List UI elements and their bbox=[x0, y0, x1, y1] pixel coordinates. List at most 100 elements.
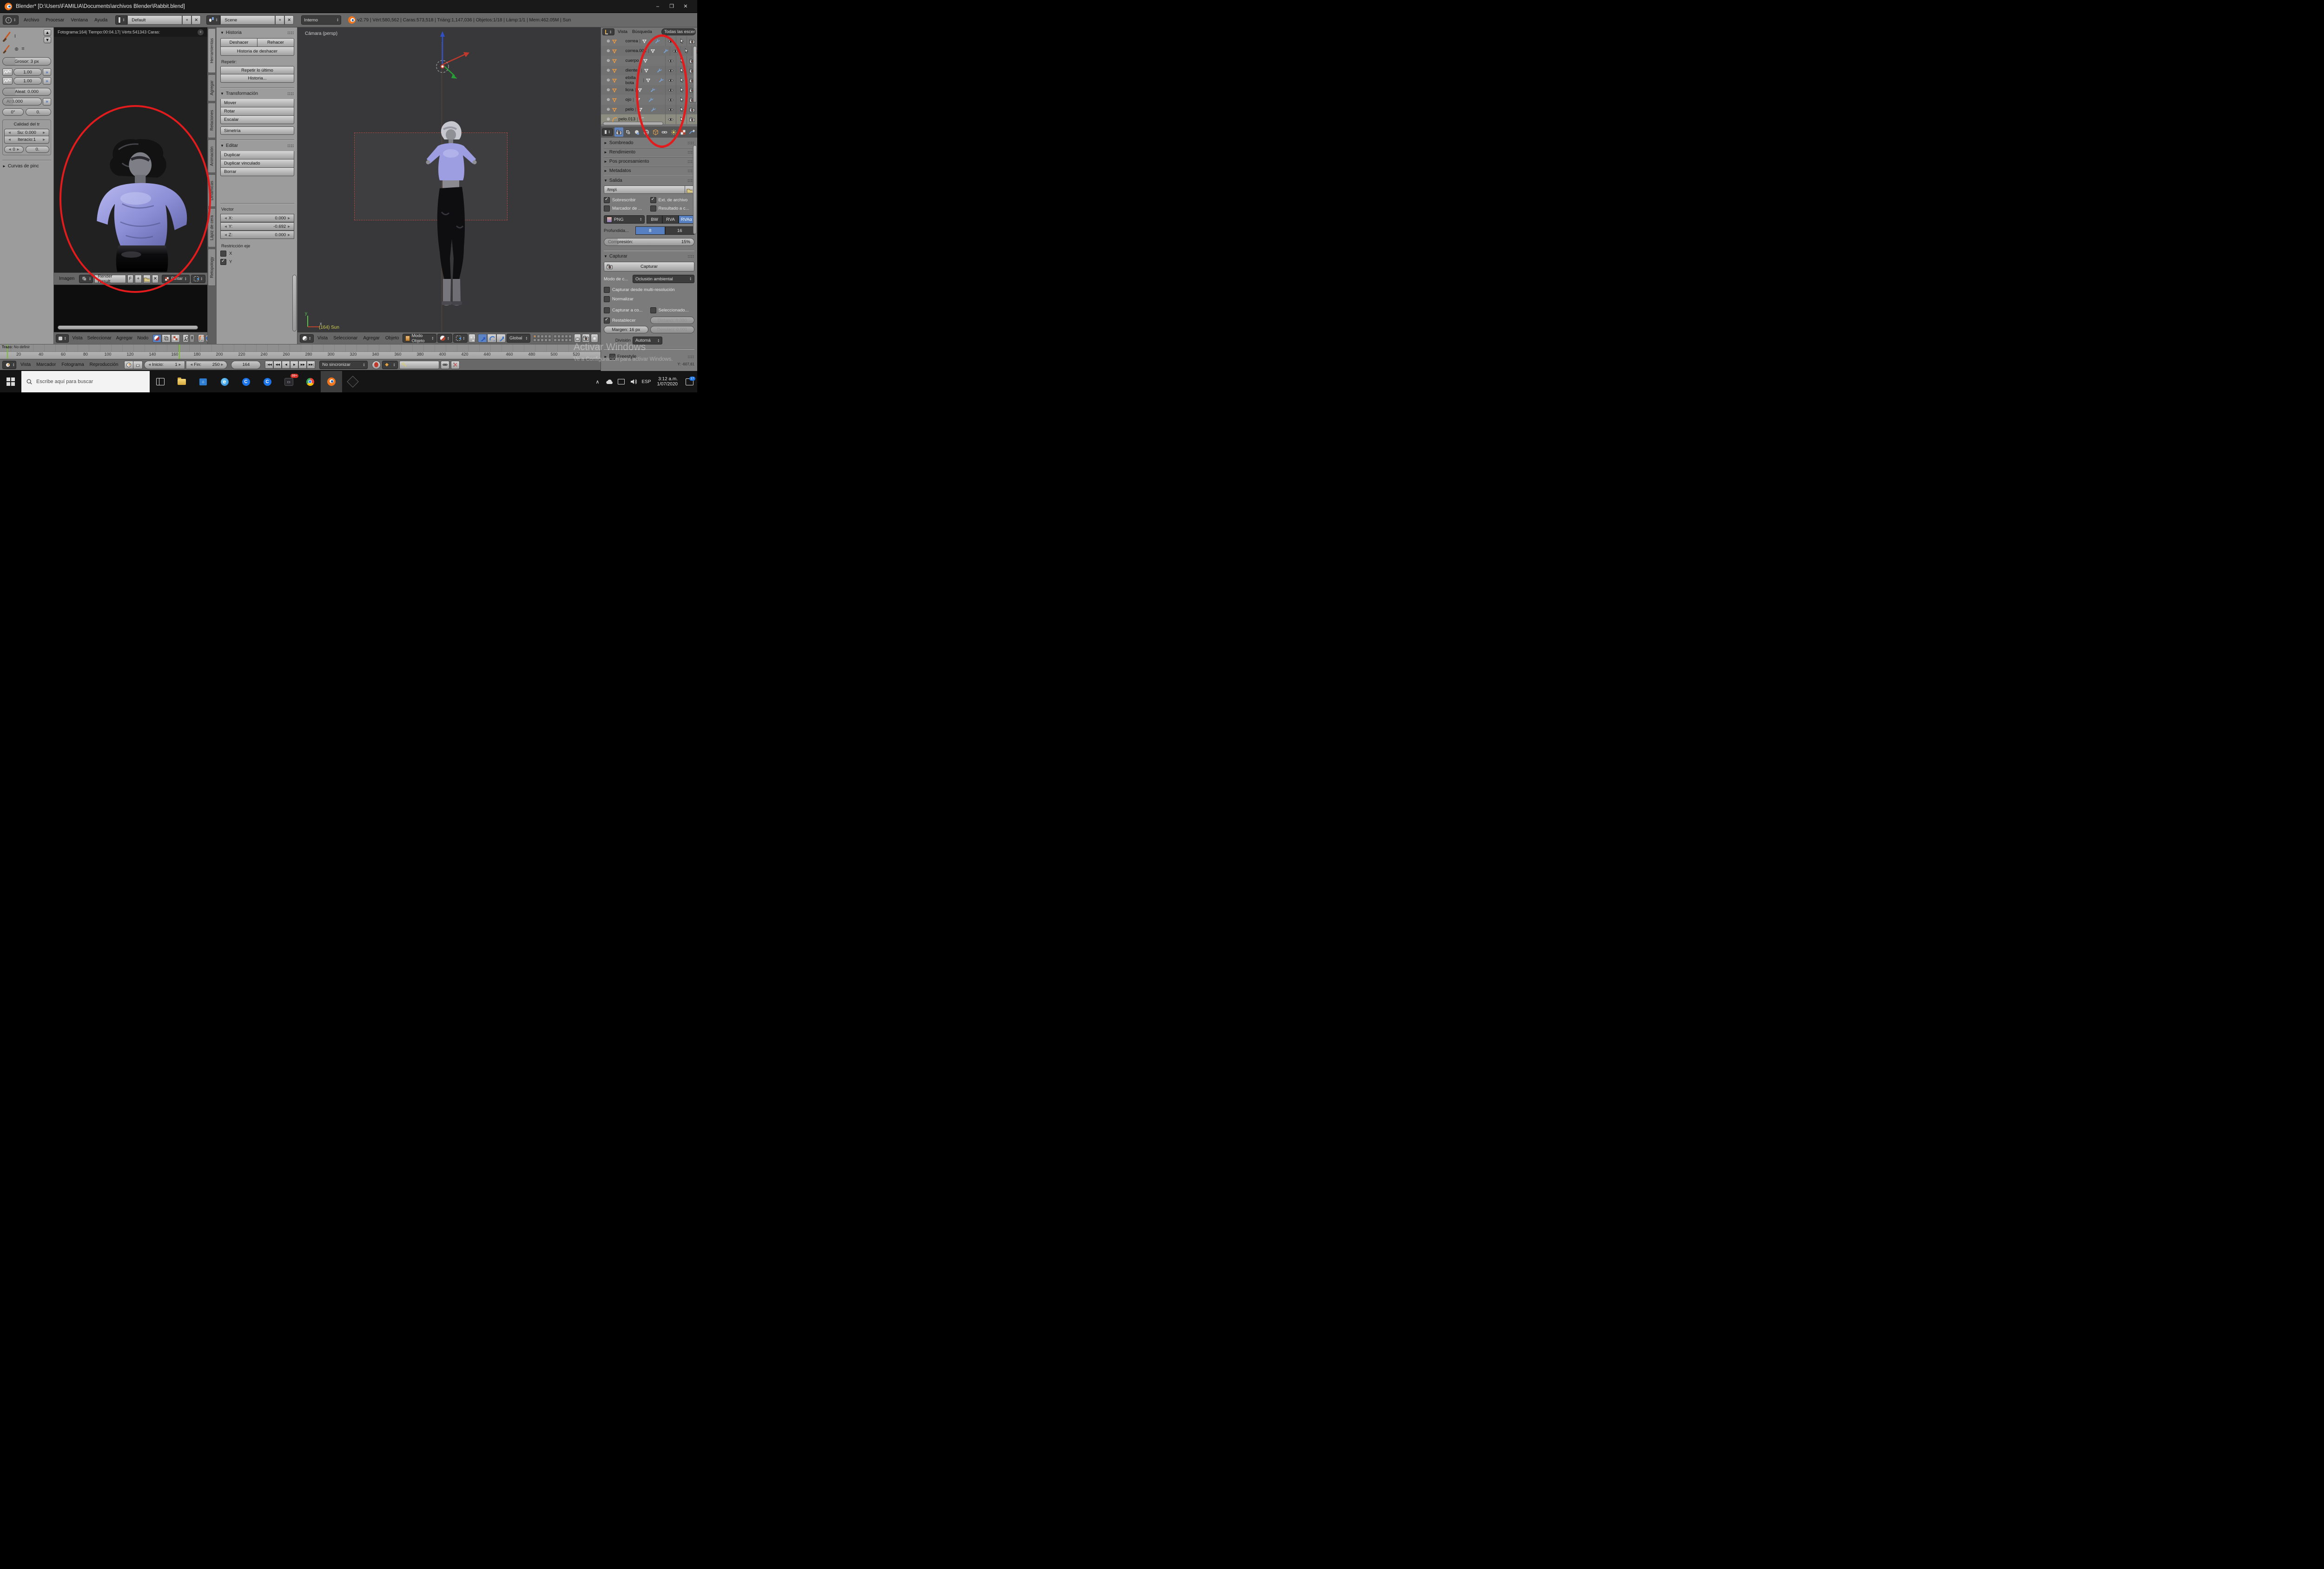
inkscape-icon[interactable] bbox=[342, 371, 363, 392]
checkbox-row[interactable]: Capturar desde multi-resolución bbox=[604, 287, 694, 293]
checkbox-row[interactable]: Resultado a c... bbox=[650, 205, 695, 212]
shelf-tab[interactable]: Animación bbox=[208, 139, 216, 173]
visibility-eye-icon[interactable] bbox=[665, 95, 676, 105]
record-button[interactable] bbox=[372, 361, 381, 369]
transform-button[interactable]: Mover bbox=[220, 99, 294, 107]
brush-scroll-down-button[interactable]: ▼ bbox=[44, 37, 51, 43]
object-name[interactable]: ojo bbox=[626, 97, 632, 102]
object-name[interactable]: ebilla bota bbox=[626, 75, 642, 86]
lock-icon[interactable] bbox=[574, 334, 581, 343]
expand-icon[interactable]: ⊕ bbox=[607, 68, 610, 73]
close-button[interactable]: ✕ bbox=[679, 2, 693, 11]
iterations-stepper[interactable]: ◂Iteracio:1▸ bbox=[4, 136, 49, 144]
outliner-vscrollbar[interactable] bbox=[693, 46, 697, 103]
tab-texture[interactable] bbox=[679, 127, 687, 137]
bake-button[interactable]: Capturar bbox=[604, 262, 694, 271]
tray-chevron-icon[interactable]: ∧ bbox=[592, 371, 603, 392]
panel-drag-dots[interactable] bbox=[687, 355, 694, 359]
menu-item[interactable]: Vista bbox=[315, 336, 330, 341]
network-icon[interactable] bbox=[615, 371, 627, 392]
selectability-cursor-icon[interactable] bbox=[676, 85, 687, 95]
image-browse-icon[interactable]: ▲▼ bbox=[79, 275, 93, 283]
random-slider[interactable]: Aleat: 0.000 bbox=[2, 88, 51, 96]
pivot-selector[interactable]: ▲▼ bbox=[191, 275, 205, 283]
selectability-cursor-icon[interactable] bbox=[676, 105, 687, 114]
checkbox-row[interactable]: Sobrescribir bbox=[604, 197, 648, 203]
menu-item[interactable]: Ayuda bbox=[91, 18, 111, 23]
maximize-button[interactable]: ❒ bbox=[665, 2, 679, 11]
bake-panel-header[interactable]: ▼Capturar bbox=[604, 254, 694, 259]
menu-item[interactable]: Vista bbox=[615, 29, 630, 34]
clear-checkbox-row[interactable]: Restablecer bbox=[604, 318, 648, 324]
properties-vscrollbar[interactable] bbox=[693, 145, 697, 234]
image-editor-canvas[interactable] bbox=[54, 37, 207, 272]
renderability-camera-icon[interactable] bbox=[687, 114, 697, 124]
edit-button[interactable]: Borrar bbox=[220, 168, 294, 176]
playback-button[interactable]: ▶ bbox=[290, 361, 298, 369]
outliner-row[interactable]: ⊕ pelo | bbox=[601, 105, 697, 114]
undo-button[interactable]: Deshacer bbox=[220, 38, 257, 47]
edit-panel-header[interactable]: ▼Editar bbox=[220, 143, 294, 148]
layout-delete-button[interactable]: ✕ bbox=[191, 15, 201, 25]
shading-selector[interactable]: ▲▼ bbox=[437, 334, 452, 343]
outliner-filter-selector[interactable]: Todas las escena bbox=[661, 28, 696, 35]
pin-icon[interactable] bbox=[183, 334, 189, 343]
brush-menu-icon[interactable]: ≡ bbox=[21, 46, 24, 52]
compositing-nodes-tab[interactable] bbox=[162, 334, 171, 343]
transform-panel-header[interactable]: ▼Transformación bbox=[220, 91, 294, 96]
taskbar-search-input[interactable]: Escribe aquí para buscar bbox=[21, 371, 150, 392]
object-name[interactable]: licra bbox=[626, 87, 634, 93]
playback-button[interactable]: |◀◀ bbox=[265, 361, 273, 369]
man-rotate-icon[interactable] bbox=[487, 334, 496, 343]
panel-drag-dots[interactable] bbox=[287, 92, 294, 96]
viewport-editor-type-icon[interactable]: ▲▼ bbox=[300, 334, 314, 343]
node-editor-type-icon[interactable]: ▲▼ bbox=[56, 334, 69, 343]
clock[interactable]: 3:12 a.m. 1/07/2020 bbox=[654, 377, 682, 387]
viewport-3d[interactable]: Cámara (persp) y x (164) Sun bbox=[297, 27, 601, 332]
panel-drag-dots[interactable] bbox=[287, 144, 294, 148]
brush-scroll-up-button[interactable]: ▲ bbox=[44, 29, 51, 36]
playback-button[interactable]: ◀ bbox=[282, 361, 290, 369]
layout-add-button[interactable]: + bbox=[182, 15, 191, 25]
timeline-editor-type-icon[interactable]: ▲▼ bbox=[2, 361, 16, 369]
outliner-row[interactable]: ⊕ licra | bbox=[601, 85, 697, 95]
output-panel-header[interactable]: ▼Salida bbox=[604, 178, 694, 183]
menu-item[interactable]: Archivo bbox=[20, 18, 42, 23]
expand-panel-icon[interactable]: + bbox=[198, 29, 204, 35]
checkbox-row[interactable]: Seleccionado... bbox=[650, 307, 695, 313]
menu-item[interactable]: Nodo bbox=[135, 336, 151, 341]
value-slider[interactable]: 0. bbox=[26, 108, 51, 116]
visibility-eye-icon[interactable] bbox=[665, 36, 676, 46]
visibility-eye-icon[interactable] bbox=[665, 85, 676, 95]
selectability-cursor-icon[interactable] bbox=[676, 56, 687, 66]
expand-icon[interactable]: ⊕ bbox=[607, 58, 610, 63]
checkbox-row[interactable]: Capturar a co... bbox=[604, 307, 648, 313]
insert-keyframe-icon[interactable] bbox=[441, 361, 449, 369]
menu-item[interactable]: Fotograma bbox=[59, 362, 86, 367]
menu-item[interactable]: Vista bbox=[70, 336, 85, 341]
sync-mode-selector[interactable]: No sincronizar▲▼ bbox=[319, 361, 368, 369]
checkbox[interactable] bbox=[650, 307, 656, 313]
paint-mode-selector[interactable]: Pintar▲▼ bbox=[162, 275, 189, 283]
axis-checkbox-row[interactable]: Y bbox=[220, 259, 294, 265]
parent-node-icon[interactable]: ⬆ bbox=[190, 334, 194, 343]
shelf-tab[interactable]: Agregar bbox=[208, 74, 216, 101]
animate-hand-icon[interactable]: » bbox=[43, 98, 51, 106]
image-name-field[interactable]: Render Result bbox=[94, 275, 126, 283]
volume-icon[interactable] bbox=[627, 371, 640, 392]
checkbox[interactable] bbox=[604, 318, 610, 324]
selectability-cursor-icon[interactable] bbox=[676, 114, 687, 124]
expand-icon[interactable]: ⊕ bbox=[607, 87, 610, 93]
renderability-camera-icon[interactable] bbox=[687, 105, 697, 114]
shelf-tab[interactable]: Retopology bbox=[208, 249, 216, 286]
checkbox[interactable] bbox=[604, 287, 610, 293]
shelf-tab[interactable]: Relaciones bbox=[208, 103, 216, 138]
panel-drag-dots[interactable] bbox=[687, 141, 694, 145]
outliner-display-selector[interactable]: ▲▼ bbox=[602, 28, 614, 35]
channel-option[interactable]: RVA bbox=[662, 215, 678, 224]
start-frame-field[interactable]: ◂Inicio: 1▸ bbox=[144, 361, 185, 369]
lock-range-icon[interactable] bbox=[133, 361, 143, 369]
object-name[interactable]: dientes bbox=[626, 68, 640, 73]
menu-item[interactable]: Vista bbox=[18, 362, 33, 367]
visibility-eye-icon[interactable] bbox=[665, 56, 676, 66]
